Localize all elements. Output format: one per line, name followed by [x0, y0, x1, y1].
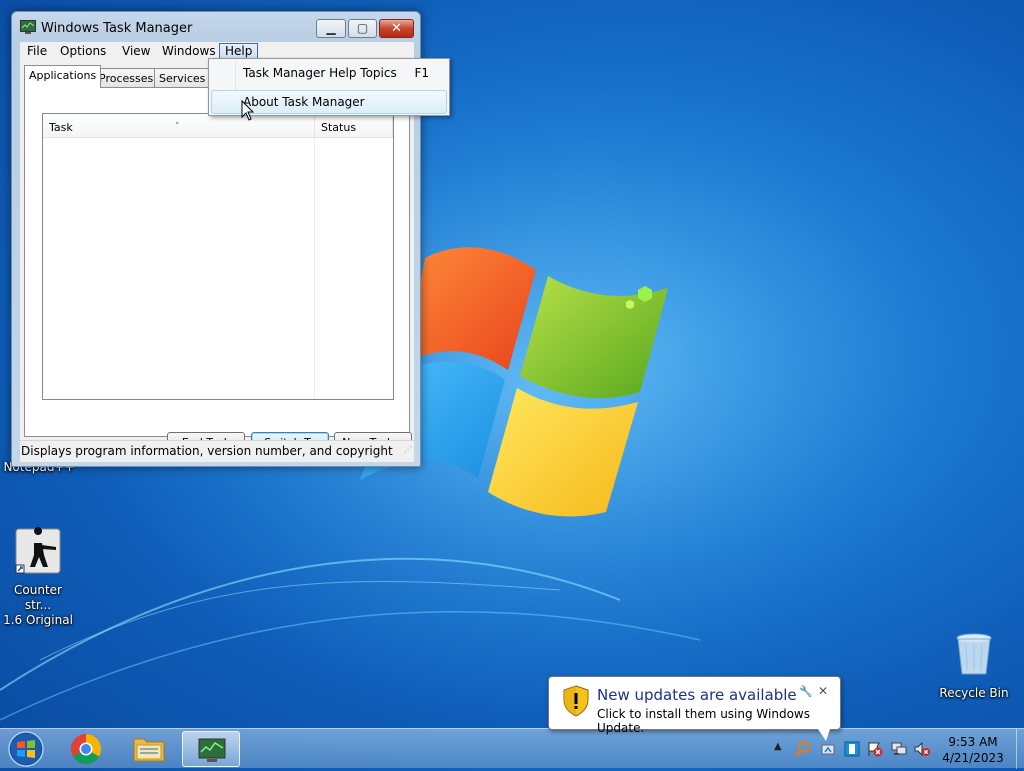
close-button[interactable]: ✕ [379, 19, 414, 38]
recycle-bin-icon [956, 633, 992, 675]
menu-options[interactable]: Options [55, 43, 111, 60]
balloon-tail [818, 729, 830, 741]
column-label-status: Status [321, 121, 357, 134]
task-manager-icon [20, 20, 36, 34]
applications-panel: Task ˄ Status End Task Switch To New Tas… [24, 87, 412, 454]
taskbar-explorer[interactable] [120, 731, 178, 767]
task-list-header: Task ˄ Status [43, 114, 393, 138]
clock-date: 4/21/2023 [942, 751, 1004, 765]
task-list[interactable]: Task ˄ Status [42, 113, 394, 400]
menu-item-label: About Task Manager [243, 95, 365, 109]
taskbar-task-manager[interactable] [182, 731, 240, 767]
taskbar-chrome[interactable] [57, 731, 115, 767]
wrench-icon[interactable]: 🔧 [799, 685, 813, 698]
desktop-icon-label-line2: 1.6 Original [3, 613, 73, 627]
minimize-icon: ▁ [326, 21, 336, 35]
tab-services[interactable]: Services [154, 68, 211, 88]
show-desktop-button[interactable] [1016, 729, 1024, 769]
notification-close-icon[interactable]: ✕ [818, 684, 828, 698]
column-label-task: Task [49, 121, 73, 134]
windows-update-icon[interactable] [820, 741, 836, 757]
column-divider [314, 138, 315, 399]
menu-item-shortcut: F1 [414, 66, 429, 80]
notification-title: New updates are available [597, 686, 797, 704]
clock[interactable]: 9:53 AM 4/21/2023 [930, 734, 1016, 766]
chrome-icon [70, 734, 102, 765]
maximize-icon: ▢ [356, 21, 369, 35]
menu-item-help-topics[interactable]: Task Manager Help Topics F1 [211, 61, 447, 85]
desktop-icon-recycle-bin[interactable]: Recycle Bin [936, 630, 1012, 701]
column-header-status[interactable]: Status [315, 114, 393, 138]
status-bar: Displays program information, version nu… [20, 440, 414, 462]
volume-muted-icon[interactable] [914, 741, 930, 757]
shield-warning-icon [563, 685, 589, 717]
network-icon[interactable] [891, 741, 907, 757]
close-icon: ✕ [391, 21, 402, 36]
desktop-icon-counter-strike[interactable]: Counter str... 1.6 Original [0, 527, 76, 628]
menu-view[interactable]: View [117, 43, 155, 60]
clock-time: 9:53 AM [948, 735, 998, 749]
taskbar: ▲ 9:53 AM 4/21/2023 [0, 728, 1024, 769]
column-header-task[interactable]: Task ˄ [43, 114, 315, 138]
desktop-icon-label: Recycle Bin [939, 686, 1009, 700]
menu-item-label: Task Manager Help Topics [243, 66, 397, 80]
folder-icon [133, 738, 165, 762]
resize-grip-icon[interactable]: ⋰ [404, 439, 412, 460]
counter-strike-icon [15, 527, 61, 574]
task-manager-icon [198, 738, 226, 762]
minimize-button[interactable]: ▁ [316, 19, 346, 38]
mouse-cursor-icon [241, 100, 255, 121]
menu-file[interactable]: File [22, 43, 52, 60]
maximize-button[interactable]: ▢ [348, 19, 377, 38]
window-title: Windows Task Manager [41, 21, 193, 36]
network-adapter-icon[interactable] [844, 741, 860, 757]
update-notification-balloon[interactable]: New updates are available Click to insta… [548, 676, 841, 735]
start-button[interactable] [4, 730, 48, 768]
tab-applications[interactable]: Applications [24, 65, 102, 88]
client-area: Applications Processes Services Task ˄ S… [20, 62, 414, 454]
tab-processes[interactable]: Processes [94, 68, 159, 88]
search-tool-icon[interactable] [795, 741, 811, 757]
desktop-icon-label: Counter str... [14, 583, 62, 612]
title-bar[interactable]: Windows Task Manager ▁ ▢ ✕ [12, 12, 420, 42]
sort-ascending-icon: ˄ [175, 122, 180, 132]
status-bar-text: Displays program information, version nu… [21, 444, 393, 458]
action-center-error-icon[interactable] [867, 741, 883, 757]
notification-message: Click to install them using Windows Upda… [597, 707, 810, 735]
show-hidden-icons-icon[interactable]: ▲ [774, 741, 782, 752]
